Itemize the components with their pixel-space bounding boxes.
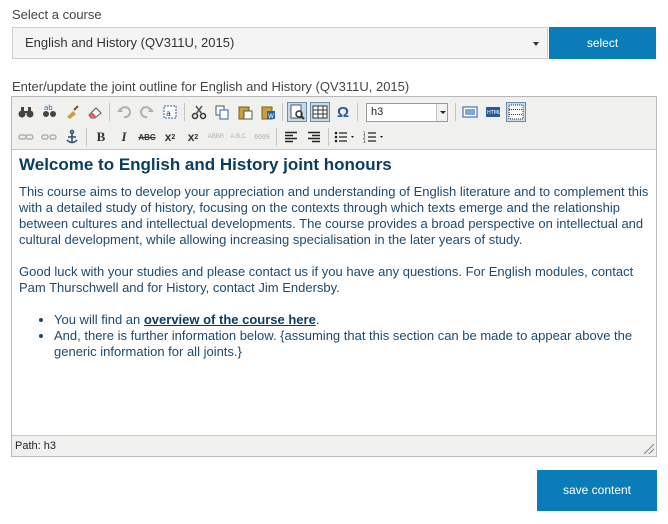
content-list: You will find an overview of the course … xyxy=(19,312,649,360)
list-item: You will find an overview of the course … xyxy=(54,312,649,328)
align-left-icon[interactable] xyxy=(281,127,301,147)
paste-icon[interactable] xyxy=(235,102,255,122)
bold-icon[interactable]: B xyxy=(91,127,111,147)
strikethrough-icon[interactable]: ABC xyxy=(137,127,157,147)
toolbar-separator xyxy=(109,103,110,121)
toolbar-row-2: B I ABC x2 x2 ABBR A.B.C. 6699 123 xyxy=(16,126,391,148)
editor-statusbar: Path: h3 xyxy=(12,435,656,456)
undo-icon[interactable] xyxy=(114,102,134,122)
redo-icon[interactable] xyxy=(137,102,157,122)
svg-text:HTML: HTML xyxy=(487,110,501,116)
svg-text:3: 3 xyxy=(363,139,366,143)
numbered-list-icon[interactable]: 123 xyxy=(362,127,388,147)
toolbar-separator xyxy=(455,103,456,121)
preview-icon[interactable] xyxy=(287,102,307,122)
binoculars-icon[interactable] xyxy=(16,102,36,122)
format-select[interactable]: h3 xyxy=(366,102,448,122)
resize-handle-icon[interactable] xyxy=(644,444,654,454)
course-overview-link[interactable]: overview of the course here xyxy=(144,312,316,327)
content-paragraph: This course aims to develop your appreci… xyxy=(19,184,649,247)
save-content-button[interactable]: save content xyxy=(537,470,657,511)
html-source-icon[interactable]: HTML xyxy=(483,102,503,122)
quote-icon[interactable]: 6699 xyxy=(252,127,272,147)
svg-text:a: a xyxy=(166,109,171,118)
list-item: And, there is further information below.… xyxy=(54,328,649,360)
list-item-text: . xyxy=(315,312,320,327)
course-dropdown[interactable]: English and History (QV311U, 2015) xyxy=(12,27,548,59)
find-replace-icon[interactable]: ab xyxy=(39,102,59,122)
broom-icon[interactable] xyxy=(62,102,82,122)
toolbar-separator xyxy=(357,103,358,121)
superscript-icon[interactable]: x2 xyxy=(183,127,203,147)
eraser-icon[interactable] xyxy=(85,102,105,122)
content-heading: Welcome to English and History joint hon… xyxy=(19,155,392,174)
svg-text:ab: ab xyxy=(44,104,53,112)
fullscreen-icon[interactable] xyxy=(460,102,480,122)
abbreviation-icon[interactable]: ABBR xyxy=(206,127,226,147)
select-all-icon[interactable]: a xyxy=(160,102,180,122)
element-path: Path: h3 xyxy=(15,440,56,452)
list-item-text: You will find an xyxy=(54,312,144,327)
scissors-icon[interactable] xyxy=(189,102,209,122)
editor-content-area[interactable]: Welcome to English and History joint hon… xyxy=(12,151,656,433)
toolbar-separator xyxy=(86,128,87,146)
unlink-icon[interactable] xyxy=(39,127,59,147)
course-dropdown-value: English and History (QV311U, 2015) xyxy=(25,35,235,50)
toolbar-separator xyxy=(184,103,185,121)
visual-aid-icon[interactable] xyxy=(506,102,526,122)
paste-word-icon[interactable]: W xyxy=(258,102,278,122)
link-icon[interactable] xyxy=(16,127,36,147)
chevron-down-icon xyxy=(533,42,539,46)
italic-icon[interactable]: I xyxy=(114,127,134,147)
outline-editor-label: Enter/update the joint outline for Engli… xyxy=(12,79,410,94)
rich-text-editor: ab a W Ω h3 HTML B I ABC x 2 x 2 ABBR A.… xyxy=(11,96,657,457)
chevron-down-icon xyxy=(436,103,447,121)
copy-icon[interactable] xyxy=(212,102,232,122)
acronym-icon[interactable]: A.B.C. xyxy=(229,127,249,147)
content-paragraph: Good luck with your studies and please c… xyxy=(19,264,634,295)
toolbar-separator xyxy=(328,128,329,146)
format-select-value: h3 xyxy=(371,105,384,118)
toolbar-row-1: ab a W Ω h3 HTML xyxy=(16,101,529,123)
omega-icon[interactable]: Ω xyxy=(333,102,353,122)
subscript-icon[interactable]: x2 xyxy=(160,127,180,147)
svg-text:W: W xyxy=(268,113,274,120)
select-button[interactable]: select xyxy=(549,27,656,59)
editor-toolbar: ab a W Ω h3 HTML B I ABC x 2 x 2 ABBR A.… xyxy=(12,97,656,150)
bullet-list-icon[interactable] xyxy=(333,127,359,147)
table-icon[interactable] xyxy=(310,102,330,122)
toolbar-separator xyxy=(276,128,277,146)
course-select-label: Select a course xyxy=(12,7,102,22)
anchor-icon[interactable] xyxy=(62,127,82,147)
toolbar-separator xyxy=(282,103,283,121)
align-right-icon[interactable] xyxy=(304,127,324,147)
